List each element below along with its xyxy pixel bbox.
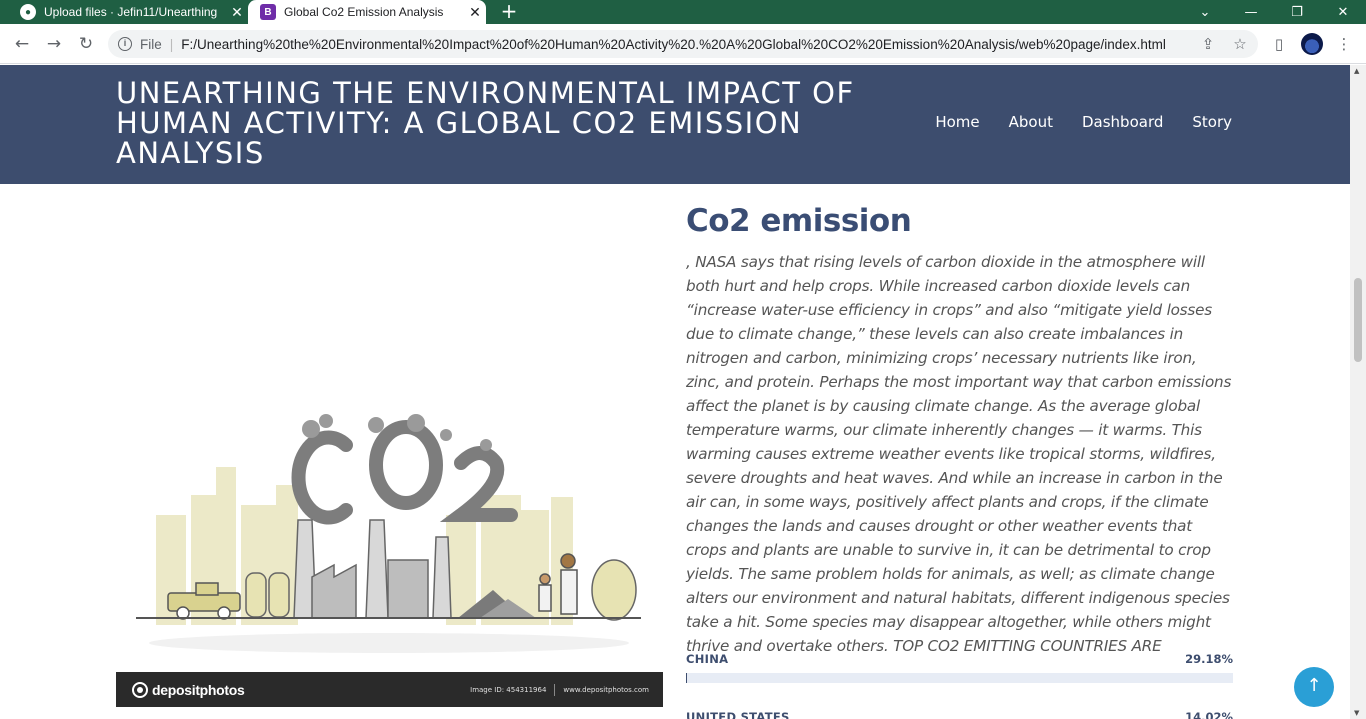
site-nav: Home About Dashboard Story bbox=[935, 113, 1232, 131]
address-bar[interactable]: i File | F:/Unearthing%20the%20Environme… bbox=[108, 30, 1258, 58]
arrow-up-icon: ↑ bbox=[1306, 675, 1322, 696]
nav-about[interactable]: About bbox=[1009, 113, 1053, 131]
side-panel-icon[interactable]: ▯ bbox=[1270, 35, 1288, 53]
url-separator: | bbox=[169, 36, 174, 52]
tab-title: Upload files · Jefin11/Unearthing bbox=[44, 5, 218, 19]
url-scheme: File bbox=[140, 36, 162, 52]
forward-icon[interactable]: → bbox=[42, 32, 66, 56]
profile-avatar[interactable] bbox=[1301, 33, 1323, 55]
minimize-icon[interactable]: — bbox=[1228, 0, 1274, 24]
watermark-brand: depositphotos bbox=[152, 681, 245, 698]
scroll-up-icon[interactable]: ▲ bbox=[1354, 67, 1359, 75]
progress-value: 29.18% bbox=[1185, 652, 1233, 666]
progress-label: UNITED STATES bbox=[686, 710, 790, 719]
browser-tab-active[interactable]: B Global Co2 Emission Analysis ✕ bbox=[248, 0, 486, 24]
page-viewport: UNEARTHING THE ENVIRONMENTAL IMPACT OF H… bbox=[0, 65, 1350, 719]
close-tab-icon[interactable]: ✕ bbox=[464, 4, 486, 21]
depositphotos-logo-icon bbox=[132, 681, 148, 698]
close-tab-icon[interactable]: ✕ bbox=[226, 4, 248, 21]
page-scrollbar[interactable]: ▲ ▼ bbox=[1350, 65, 1366, 719]
back-icon[interactable]: ← bbox=[10, 32, 34, 56]
new-tab-button[interactable]: + bbox=[498, 0, 520, 24]
site-header: UNEARTHING THE ENVIRONMENTAL IMPACT OF H… bbox=[0, 65, 1350, 184]
watermark-image-id: Image ID: 454311964 bbox=[470, 685, 547, 694]
progress-fill bbox=[686, 673, 688, 683]
tab-search-icon[interactable]: ⌄ bbox=[1182, 0, 1228, 24]
nav-story[interactable]: Story bbox=[1192, 113, 1232, 131]
info-icon[interactable]: i bbox=[118, 37, 132, 51]
scrollbar-thumb[interactable] bbox=[1354, 278, 1362, 362]
progress-label: CHINA bbox=[686, 652, 729, 666]
close-window-icon[interactable]: ✕ bbox=[1320, 0, 1366, 24]
body-paragraph: , NASA says that rising levels of carbon… bbox=[686, 253, 1232, 655]
share-icon[interactable]: ⇪ bbox=[1199, 35, 1217, 53]
watermark-divider bbox=[554, 683, 556, 696]
browser-tab-upload[interactable]: ● Upload files · Jefin11/Unearthing ✕ bbox=[8, 0, 248, 24]
nav-dashboard[interactable]: Dashboard bbox=[1082, 113, 1163, 131]
reload-icon[interactable]: ↻ bbox=[74, 32, 98, 56]
menu-dots-icon[interactable]: ⋮ bbox=[1335, 35, 1353, 53]
tab-title: Global Co2 Emission Analysis bbox=[284, 5, 444, 19]
github-icon: ● bbox=[20, 4, 36, 20]
stock-watermark-bar: depositphotos Image ID: 454311964 www.de… bbox=[116, 672, 663, 707]
restore-icon[interactable]: ❐ bbox=[1274, 0, 1320, 24]
progress-value: 14.02% bbox=[1185, 710, 1233, 719]
section-heading: Co2 emission bbox=[686, 203, 912, 239]
site-title: UNEARTHING THE ENVIRONMENTAL IMPACT OF H… bbox=[116, 76, 855, 170]
bookmark-star-icon[interactable]: ☆ bbox=[1231, 35, 1249, 53]
co2-illustration bbox=[116, 385, 663, 707]
back-to-top-button[interactable]: ↑ bbox=[1294, 667, 1334, 707]
progress-track bbox=[686, 673, 1233, 683]
bootstrap-icon: B bbox=[260, 4, 276, 20]
nav-home[interactable]: Home bbox=[935, 113, 979, 131]
watermark-site: www.depositphotos.com bbox=[563, 685, 649, 694]
tab-strip: ● Upload files · Jefin11/Unearthing ✕ B … bbox=[0, 0, 1366, 24]
url-text[interactable]: F:/Unearthing%20the%20Environmental%20Im… bbox=[181, 37, 1166, 52]
scroll-down-icon[interactable]: ▼ bbox=[1354, 709, 1359, 717]
browser-toolbar: ← → ↻ i File | F:/Unearthing%20the%20Env… bbox=[0, 24, 1366, 64]
